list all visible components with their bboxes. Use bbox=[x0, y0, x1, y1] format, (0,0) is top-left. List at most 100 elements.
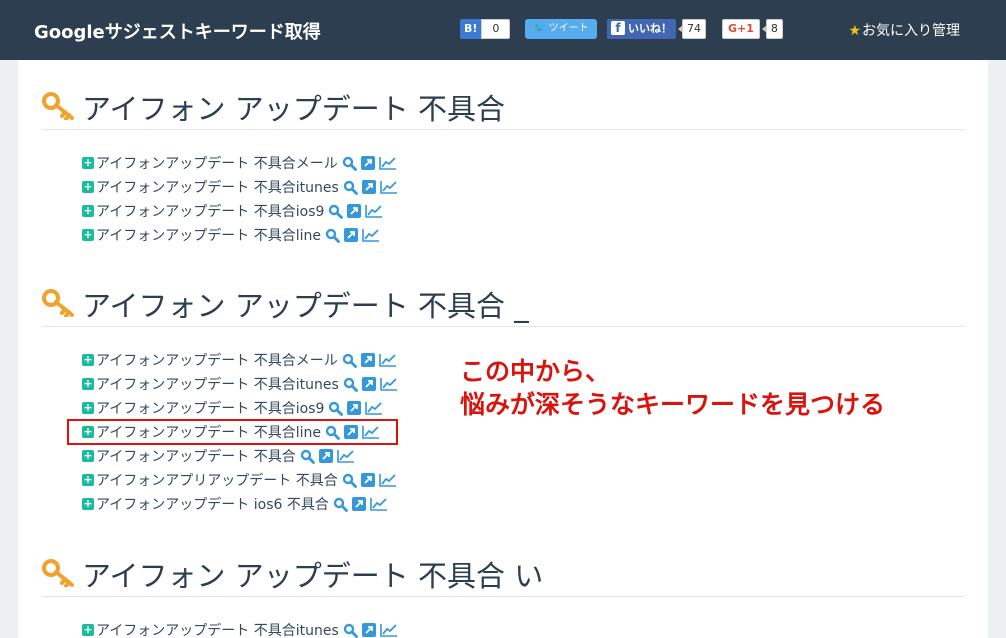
keyword-item: + アイフォンアップデート ios6 不具合 bbox=[82, 494, 388, 514]
annotation-line-2: 悩みが深そうなキーワードを見つける bbox=[460, 390, 886, 419]
external-link-icon[interactable] bbox=[344, 228, 359, 242]
external-link-icon[interactable] bbox=[347, 204, 362, 218]
hatena-count: 0 bbox=[481, 19, 511, 39]
keyword-text[interactable]: アイフォンアップデート 不具合メール bbox=[96, 153, 338, 173]
keyword-item: + アイフォンアプリアップデート 不具合 bbox=[82, 470, 397, 490]
facebook-like-button[interactable]: f いいね！ 74 bbox=[607, 19, 706, 39]
trend-chart-icon[interactable] bbox=[336, 449, 355, 463]
navbar: Googleサジェストキーワード取得 B! 0 🐦 ツイート f いいね！ 74 … bbox=[0, 0, 1006, 60]
search-icon[interactable] bbox=[328, 204, 344, 219]
highlight-box bbox=[67, 419, 398, 445]
plus-icon[interactable]: + bbox=[82, 205, 94, 217]
trend-chart-icon[interactable] bbox=[365, 204, 383, 218]
external-link-icon[interactable] bbox=[360, 156, 375, 170]
search-icon[interactable] bbox=[328, 401, 344, 416]
keyword-text[interactable]: アイフォンアプリアップデート 不具合 bbox=[96, 470, 338, 490]
keyword-item: + アイフォンアップデート 不具合ios9 bbox=[82, 201, 383, 221]
key-icon bbox=[42, 92, 74, 120]
plus-icon[interactable]: + bbox=[82, 498, 94, 510]
facebook-icon: f bbox=[611, 21, 625, 35]
search-icon[interactable] bbox=[343, 623, 358, 638]
plus-icon[interactable]: + bbox=[82, 624, 94, 636]
trend-chart-icon[interactable] bbox=[378, 353, 397, 367]
hatena-bookmark-button[interactable]: B! 0 bbox=[460, 19, 511, 39]
section-heading: アイフォン アップデート 不具合 い bbox=[42, 549, 964, 597]
star-icon: ★ bbox=[848, 23, 861, 39]
trend-chart-icon[interactable] bbox=[379, 623, 398, 637]
keyword-text[interactable]: アイフォンアップデート 不具合ios9 bbox=[96, 398, 324, 418]
annotation-text: この中から、 悩みが深そうなキーワードを見つける bbox=[460, 355, 885, 421]
keyword-text[interactable]: アイフォンアップデート 不具合itunes bbox=[96, 620, 339, 638]
hatena-icon: B! bbox=[460, 19, 482, 39]
plus-icon[interactable]: + bbox=[82, 450, 94, 462]
external-link-icon[interactable] bbox=[351, 497, 366, 511]
external-link-icon[interactable] bbox=[360, 473, 375, 487]
keyword-text[interactable]: アイフォンアップデート 不具合メール bbox=[96, 350, 338, 370]
google-plus-button[interactable]: G+1 8 bbox=[722, 19, 783, 39]
keyword-text[interactable]: アイフォンアップデート 不具合itunes bbox=[96, 374, 339, 394]
trend-chart-icon[interactable] bbox=[378, 473, 397, 487]
search-icon[interactable] bbox=[343, 377, 358, 392]
trend-chart-icon[interactable] bbox=[378, 156, 397, 170]
site-brand[interactable]: Googleサジェストキーワード取得 bbox=[34, 18, 321, 44]
keyword-text[interactable]: アイフォンアップデート ios6 不具合 bbox=[96, 494, 329, 514]
keyword-text[interactable]: アイフォンアップデート 不具合ios9 bbox=[96, 201, 324, 221]
trend-chart-icon[interactable] bbox=[365, 401, 383, 415]
plus-icon[interactable]: + bbox=[82, 474, 94, 486]
trend-chart-icon[interactable] bbox=[370, 497, 388, 511]
search-icon[interactable] bbox=[325, 228, 340, 243]
gplus-count: 8 bbox=[761, 19, 783, 39]
like-label: いいね！ bbox=[628, 22, 672, 35]
search-icon[interactable] bbox=[300, 449, 315, 464]
plus-icon[interactable]: + bbox=[82, 181, 94, 193]
section-title: アイフォン アップデート 不具合 い bbox=[82, 559, 544, 593]
keyword-item: + アイフォンアップデート 不具合メール bbox=[82, 350, 397, 370]
trend-chart-icon[interactable] bbox=[379, 377, 398, 391]
external-link-icon[interactable] bbox=[318, 449, 333, 463]
plus-icon[interactable]: + bbox=[82, 378, 94, 390]
like-button-body: f いいね！ bbox=[607, 19, 676, 39]
keyword-item: + アイフォンアップデート 不具合メール bbox=[82, 153, 397, 173]
keyword-text[interactable]: アイフォンアップデート 不具合line bbox=[96, 225, 321, 245]
twitter-bird-icon: 🐦 bbox=[533, 23, 546, 34]
keyword-text[interactable]: アイフォンアップデート 不具合 bbox=[96, 446, 296, 466]
tweet-label: ツイート bbox=[548, 23, 589, 34]
keyword-item: + アイフォンアップデート 不具合itunes bbox=[82, 177, 398, 197]
search-icon[interactable] bbox=[343, 180, 358, 195]
external-link-icon[interactable] bbox=[360, 353, 375, 367]
keyword-item: + アイフォンアップデート 不具合 bbox=[82, 446, 355, 466]
gplus-icon: G+1 bbox=[722, 19, 760, 39]
external-link-icon[interactable] bbox=[361, 377, 376, 391]
plus-icon[interactable]: + bbox=[82, 402, 94, 414]
section-title: アイフォン アップデート 不具合 _ bbox=[82, 289, 529, 323]
trend-chart-icon[interactable] bbox=[362, 228, 380, 242]
trend-chart-icon[interactable] bbox=[379, 180, 398, 194]
key-icon bbox=[42, 559, 74, 587]
search-icon[interactable] bbox=[333, 497, 348, 512]
plus-icon[interactable]: + bbox=[82, 354, 94, 366]
favorites-label: お気に入り管理 bbox=[862, 23, 960, 39]
keyword-item: + アイフォンアップデート 不具合itunes bbox=[82, 620, 398, 638]
section-heading: アイフォン アップデート 不具合 _ bbox=[42, 279, 964, 327]
page-margin bbox=[988, 60, 1006, 638]
search-icon[interactable] bbox=[342, 156, 357, 171]
external-link-icon[interactable] bbox=[361, 180, 376, 194]
tweet-button[interactable]: 🐦 ツイート bbox=[525, 19, 597, 39]
key-icon bbox=[42, 289, 74, 317]
search-icon[interactable] bbox=[342, 353, 357, 368]
search-icon[interactable] bbox=[342, 473, 357, 488]
annotation-line-1: この中から、 bbox=[460, 357, 611, 386]
external-link-icon[interactable] bbox=[361, 623, 376, 637]
external-link-icon[interactable] bbox=[347, 401, 362, 415]
section-title: アイフォン アップデート 不具合 bbox=[82, 92, 505, 126]
keyword-item: + アイフォンアップデート 不具合line bbox=[82, 225, 380, 245]
section-heading: アイフォン アップデート 不具合 bbox=[42, 82, 964, 130]
plus-icon[interactable]: + bbox=[82, 229, 94, 241]
keyword-text[interactable]: アイフォンアップデート 不具合itunes bbox=[96, 177, 339, 197]
keyword-item: + アイフォンアップデート 不具合itunes bbox=[82, 374, 398, 394]
main-content: アイフォン アップデート 不具合 + アイフォンアップデート 不具合メール + アイフォ… bbox=[18, 60, 988, 638]
favorites-link[interactable]: ★お気に入り管理 bbox=[848, 20, 960, 40]
tweet-button-body: 🐦 ツイート bbox=[525, 19, 597, 39]
like-count: 74 bbox=[678, 19, 706, 39]
plus-icon[interactable]: + bbox=[82, 157, 94, 169]
